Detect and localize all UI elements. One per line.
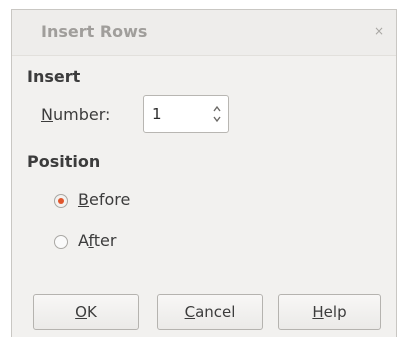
insert-rows-dialog: Insert Rows × Insert Number: 1 Position …: [11, 9, 397, 337]
number-value[interactable]: 1: [152, 105, 162, 123]
cancel-button[interactable]: Cancel: [157, 294, 263, 330]
help-label: elp: [323, 303, 347, 321]
help-button[interactable]: Help: [278, 294, 381, 330]
after-radio-label[interactable]: After: [78, 231, 116, 250]
spin-arrows-icon[interactable]: [212, 103, 222, 125]
dialog-title: Insert Rows: [41, 22, 148, 41]
dialog-titlebar[interactable]: Insert Rows ×: [12, 10, 396, 56]
number-label-text: umber:: [52, 105, 111, 124]
after-radio[interactable]: [54, 235, 68, 249]
ok-label: K: [86, 303, 97, 321]
after-label-prefix: A: [78, 231, 89, 250]
insert-section-heading: Insert: [27, 67, 81, 86]
cancel-label: ancel: [195, 303, 236, 321]
number-label: Number:: [41, 105, 110, 124]
before-mnemonic: B: [78, 190, 89, 209]
ok-button[interactable]: OK: [33, 294, 139, 330]
close-icon[interactable]: ×: [372, 24, 386, 38]
position-section-heading: Position: [27, 152, 101, 171]
cancel-mnemonic: C: [184, 303, 196, 321]
help-mnemonic: H: [312, 303, 324, 321]
number-spinbox[interactable]: 1: [143, 95, 229, 133]
before-radio-label[interactable]: Before: [78, 190, 130, 209]
ok-mnemonic: O: [75, 303, 87, 321]
after-label-text: ter: [93, 231, 117, 250]
before-radio[interactable]: [54, 194, 68, 208]
number-label-mnemonic: N: [41, 105, 53, 124]
before-label-text: efore: [88, 190, 131, 209]
